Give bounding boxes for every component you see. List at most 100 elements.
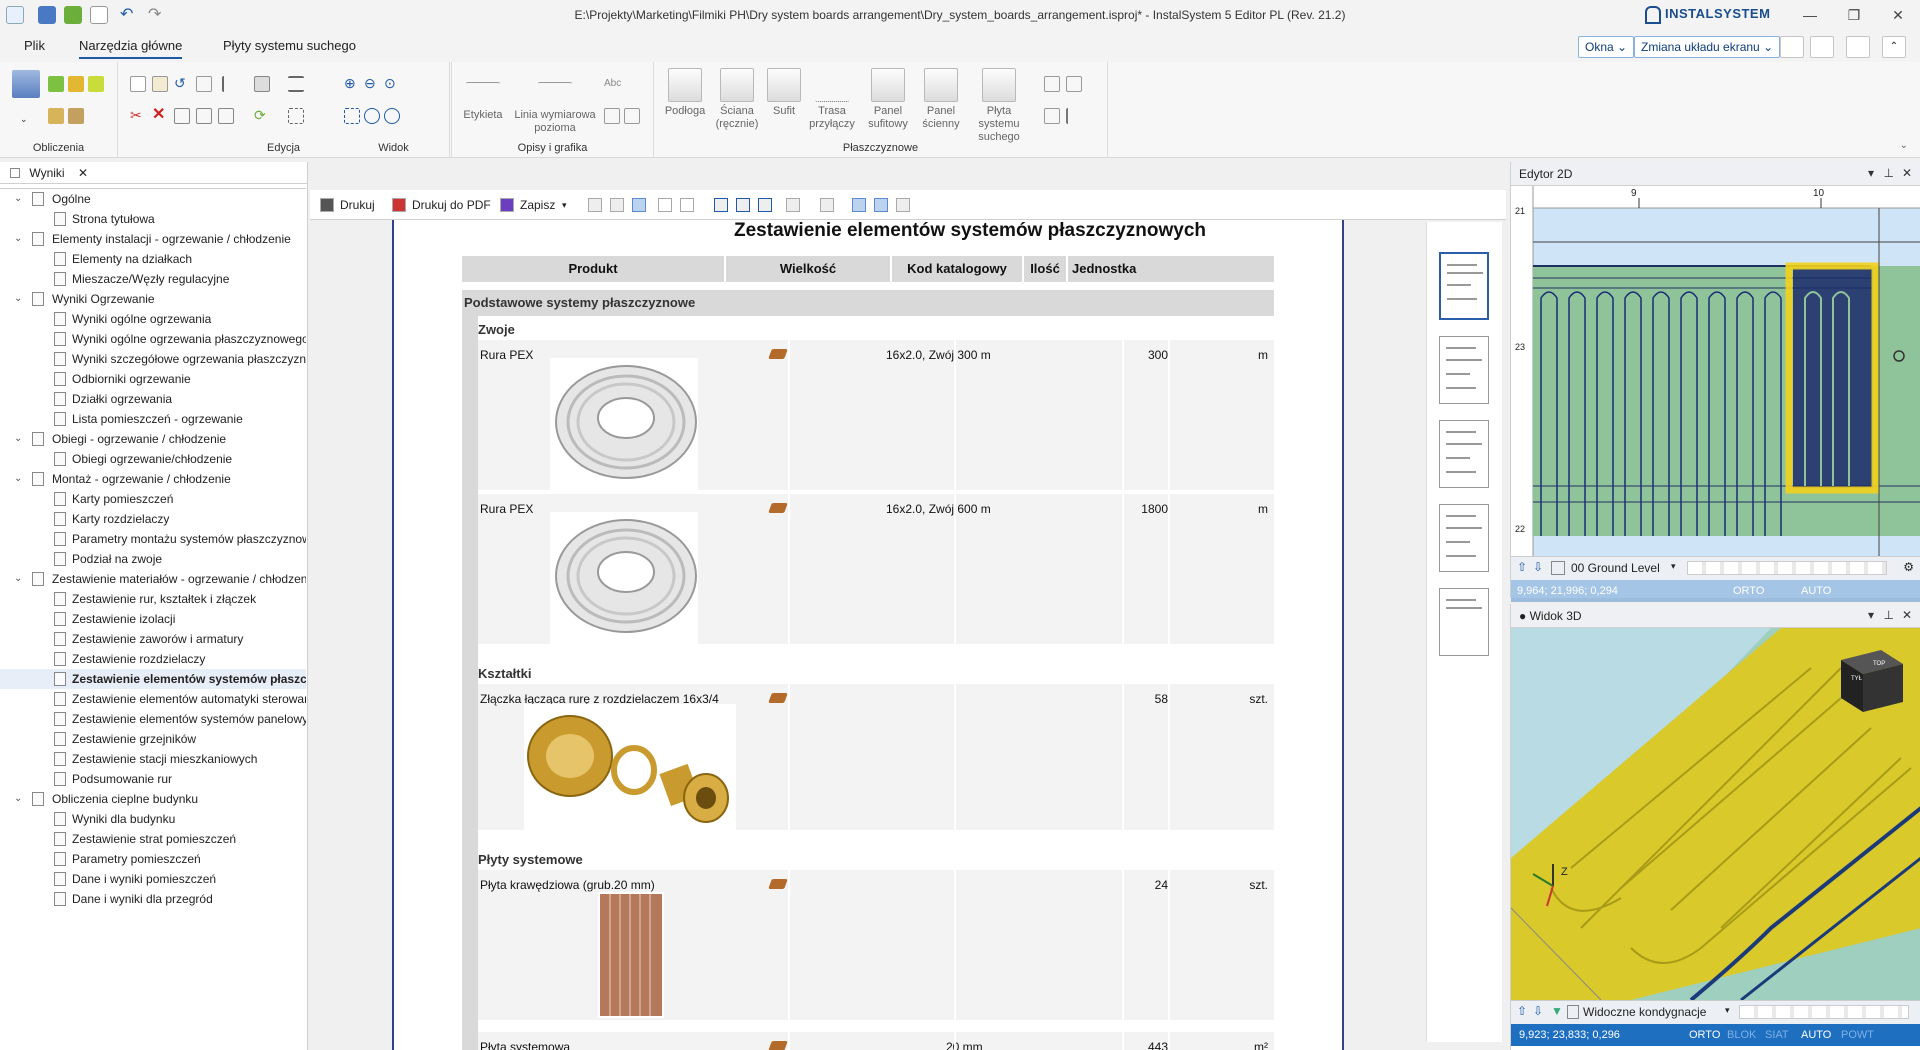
chevron-down-icon[interactable]: ⌄ — [14, 569, 22, 589]
status-auto[interactable]: AUTO — [1801, 580, 1831, 602]
etykieta-button[interactable]: Etykieta — [458, 68, 508, 122]
level-up-icon[interactable]: ⇧ — [1517, 560, 1527, 574]
chevron-down-icon[interactable]: ⌄ — [14, 789, 22, 809]
tree-item[interactable]: Odbiorniki ogrzewanie — [0, 369, 306, 389]
catalog-icon[interactable] — [768, 349, 788, 359]
chevron-down-icon[interactable]: ⌄ — [14, 429, 22, 449]
tree-item[interactable]: Wyniki ogólne ogrzewania — [0, 309, 306, 329]
okna-dropdown[interactable]: Okna ⌄ — [1578, 36, 1635, 58]
tree-group[interactable]: ⌄ Obiegi - ogrzewanie / chłodzenie — [0, 429, 306, 449]
copy-icon[interactable] — [130, 76, 146, 92]
pin-icon[interactable]: ⊥ — [1884, 608, 1894, 622]
settings-icon[interactable]: ⚙ — [1903, 560, 1914, 574]
pin-icon[interactable]: ⊥ — [1884, 166, 1894, 180]
chevron-down-icon[interactable]: ⌄ — [14, 469, 22, 489]
distribute-icon[interactable] — [288, 76, 304, 92]
chevron-down-icon[interactable]: ⌄ — [20, 114, 28, 125]
collapse-ribbon-icon[interactable]: ⌃ — [1882, 36, 1906, 58]
catalog-icon[interactable] — [768, 503, 788, 513]
linia-wymiarowa-button[interactable]: Linia wymiarowa pozioma — [508, 68, 602, 135]
table-icon[interactable] — [604, 108, 620, 124]
close-icon[interactable]: ✕ — [1902, 166, 1912, 180]
calculator-icon[interactable] — [12, 70, 40, 98]
sciana-button[interactable]: Ściana (ręcznie) — [712, 68, 762, 131]
break-icon[interactable] — [196, 108, 212, 124]
zoom-window-icon[interactable]: ⊙ — [384, 76, 400, 92]
tree-group[interactable]: ⌄ Montaż - ogrzewanie / chłodzenie — [0, 469, 306, 489]
level-select[interactable]: 00 Ground Level — [1571, 561, 1660, 575]
filter-icon[interactable]: ▼ — [1551, 1004, 1563, 1018]
close-icon[interactable]: ✕ — [78, 166, 88, 180]
restore-button[interactable]: ❐ — [1834, 4, 1874, 26]
tab-plik[interactable]: Plik — [24, 38, 45, 53]
tree-item[interactable]: Strona tytułowa — [0, 209, 306, 229]
tree-item[interactable]: Wyniki szczegółowe ogrzewania płaszczyzn… — [0, 349, 306, 369]
tree-item[interactable]: Karty rozdzielaczy — [0, 509, 306, 529]
tree-item[interactable]: Mieszacze/Węzły regulacyjne — [0, 269, 306, 289]
tree-item[interactable]: Zestawienie elementów systemów panelowyc… — [0, 709, 306, 729]
radiator-icon[interactable] — [68, 108, 84, 124]
tree-item[interactable]: Wyniki dla budynku — [0, 809, 306, 829]
fit-icon[interactable] — [820, 198, 834, 212]
level-down-icon[interactable]: ⇩ — [1533, 560, 1543, 574]
tree-item[interactable]: Dane i wyniki pomieszczeń — [0, 869, 306, 889]
pipes-icon[interactable] — [48, 108, 64, 124]
find-icon[interactable] — [658, 198, 672, 212]
chevron-down-icon[interactable]: ▾ — [1671, 561, 1676, 572]
level-up-icon[interactable]: ⇧ — [1517, 1004, 1527, 1018]
outline-icon[interactable] — [874, 198, 888, 212]
select-icon[interactable] — [288, 108, 304, 124]
panel-scienny-button[interactable]: Panel ścienny — [918, 68, 964, 131]
text-icon[interactable] — [680, 198, 694, 212]
tree-item[interactable]: Zestawienie zaworów i armatury — [0, 629, 306, 649]
text-style-button[interactable]: Abc — [604, 78, 621, 89]
page-thumbnail[interactable] — [1439, 420, 1489, 488]
align-icon[interactable] — [222, 76, 238, 92]
status-orto[interactable]: ORTO — [1689, 1024, 1720, 1046]
sufit-button[interactable]: Sufit — [764, 68, 804, 118]
insulation-icon[interactable] — [1044, 108, 1060, 124]
prev-page-icon[interactable] — [610, 198, 624, 212]
chevron-down-icon[interactable]: ⌄ — [14, 229, 22, 249]
status-powt[interactable]: POWT — [1841, 1024, 1874, 1046]
tree-group[interactable]: ⌄ Wyniki Ogrzewanie — [0, 289, 306, 309]
zoom-page-icon[interactable] — [714, 198, 728, 212]
page-thumbnail[interactable] — [1439, 252, 1489, 320]
status-blok[interactable]: BLOK — [1727, 1024, 1756, 1046]
3d-canvas[interactable] — [1511, 628, 1920, 1000]
page-thumbnail[interactable] — [1439, 336, 1489, 404]
chevron-down-icon[interactable]: ⌄ — [14, 189, 22, 209]
page-thumbnail[interactable] — [1439, 504, 1489, 572]
zoom-in-icon[interactable]: ⊕ — [344, 76, 360, 92]
plyta-systemu-suchego-button[interactable]: Płyta systemu suchego — [966, 68, 1032, 144]
cooling-icon[interactable] — [68, 76, 84, 92]
chevron-down-icon[interactable]: ⌄ — [1900, 140, 1908, 151]
tree-item[interactable]: Wyniki ogólne ogrzewania płaszczyznowego — [0, 329, 306, 349]
mirror-icon[interactable] — [196, 76, 212, 92]
snap-toolbar[interactable] — [1739, 1005, 1909, 1019]
paste-icon[interactable] — [152, 76, 168, 92]
group-icon[interactable] — [218, 108, 234, 124]
layout-dropdown[interactable]: Zmiana układu ekranu ⌄ — [1634, 36, 1781, 58]
two-pages-icon[interactable] — [758, 198, 772, 212]
page-thumbnail[interactable] — [1439, 588, 1489, 656]
snap-toolbar[interactable] — [1687, 561, 1887, 575]
tree-item[interactable]: Zestawienie izolacji — [0, 609, 306, 629]
tree-item[interactable]: Parametry pomieszczeń — [0, 849, 306, 869]
level-down-icon[interactable]: ⇩ — [1533, 1004, 1543, 1018]
zoom-extent-icon[interactable] — [384, 108, 400, 124]
heating-icon[interactable] — [48, 76, 64, 92]
tree-item[interactable]: Zestawienie grzejników — [0, 729, 306, 749]
tree-group[interactable]: ⌄ Obliczenia cieplne budynku — [0, 789, 306, 809]
image-icon[interactable] — [624, 108, 640, 124]
thumbnails-icon[interactable] — [852, 198, 866, 212]
tree-group[interactable]: ⌄ Elementy instalacji - ogrzewanie / chło… — [0, 229, 306, 249]
page-view-icon[interactable] — [632, 198, 646, 212]
catalog-icon[interactable] — [768, 879, 788, 889]
tree-item[interactable]: Obiegi ogrzewanie/chłodzenie — [0, 449, 306, 469]
zoom-all-icon[interactable] — [344, 108, 360, 124]
catalog-icon[interactable] — [768, 1041, 788, 1050]
multi-page-icon[interactable] — [786, 198, 800, 212]
print-pdf-button[interactable]: Drukuj do PDF — [412, 196, 491, 214]
grid-icon[interactable] — [1066, 76, 1082, 92]
